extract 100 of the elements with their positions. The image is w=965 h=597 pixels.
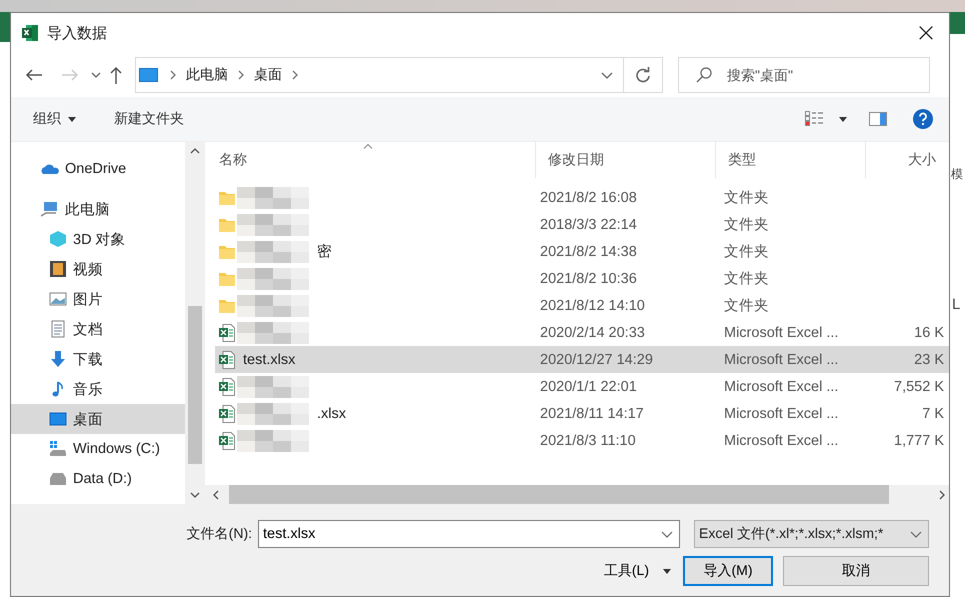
window-title: 导入数据 — [47, 24, 107, 42]
chevron-right-icon[interactable] — [170, 70, 176, 80]
refresh-icon[interactable] — [635, 67, 651, 83]
cancel-button[interactable]: 取消 — [783, 556, 929, 586]
file-row[interactable]: 2020/1/1 22:01 Microsoft Excel ... 7,552 K — [215, 373, 949, 400]
back-arrow-icon[interactable] — [25, 68, 43, 82]
size-cell: 7 K — [922, 406, 944, 422]
date-cell-text: 2021/8/12 14:10 — [539, 298, 646, 314]
file-row[interactable]: .xlsx 2021/8/11 14:17 Microsoft Excel ... 7 K — [215, 400, 949, 427]
breadcrumb[interactable]: 桌面 — [254, 66, 282, 84]
excel-file-icon — [219, 350, 235, 368]
close-button[interactable]: × — [903, 15, 949, 51]
nav-icon — [49, 470, 67, 488]
chevron-down-icon[interactable] — [601, 72, 613, 78]
date-cell-text: 2021/8/2 16:08 — [539, 190, 638, 206]
date-cell-text: 2021/8/3 11:10 — [539, 432, 637, 448]
search-icon — [696, 67, 712, 83]
nav-icon — [49, 350, 67, 368]
nav-item[interactable]: Data (D:) — [11, 464, 185, 494]
organize-button[interactable]: 组织 — [23, 106, 86, 132]
scroll-left-icon[interactable] — [213, 490, 219, 500]
up-arrow-icon[interactable] — [109, 66, 123, 84]
date-cell-text: 2018/3/3 22:14 — [539, 216, 638, 232]
chevron-right-icon[interactable] — [292, 70, 298, 80]
excel-logo-icon — [21, 24, 39, 42]
nav-icon — [49, 290, 67, 308]
size-cell: 16 K — [914, 324, 944, 340]
file-row[interactable]: 密 2021/8/2 14:38 文件夹 — [215, 238, 949, 265]
date-cell-text: 2020/2/14 20:33 — [539, 324, 646, 340]
excel-file-icon — [219, 378, 235, 396]
type-cell-text: 文件夹 — [723, 189, 770, 207]
file-row[interactable]: 2018/3/3 22:14 文件夹 — [215, 211, 949, 238]
address-bar[interactable]: 此电脑 桌面 — [135, 57, 663, 93]
caret-icon[interactable] — [839, 116, 847, 122]
background-text: L — [952, 296, 960, 313]
nav-item[interactable]: 视频 — [11, 254, 185, 284]
sort-caret-icon — [363, 144, 373, 149]
caret-icon[interactable] — [663, 568, 671, 574]
nav-icon — [49, 440, 67, 458]
column-header[interactable]: 名称 — [207, 142, 536, 178]
scroll-right-icon[interactable] — [939, 490, 945, 500]
type-cell-text: Microsoft Excel ... — [723, 432, 840, 448]
help-icon[interactable] — [913, 109, 933, 129]
nav-item[interactable]: 音乐 — [11, 374, 185, 404]
size-cell: 1,777 K — [894, 432, 944, 448]
excel-file-icon — [219, 324, 235, 342]
file-row[interactable]: 2021/8/2 10:36 文件夹 — [215, 265, 949, 292]
background-text: 模 — [951, 166, 963, 183]
type-cell-text: 文件夹 — [723, 297, 770, 315]
nav-icon — [49, 320, 67, 338]
nav-item[interactable]: 3D 对象 — [11, 224, 185, 254]
nav-icon — [41, 201, 59, 217]
filename-field[interactable]: test.xlsx — [258, 520, 680, 548]
scroll-up-icon[interactable] — [190, 148, 200, 154]
column-header[interactable]: 类型 — [716, 142, 866, 178]
nav-item[interactable]: 此电脑 — [11, 194, 185, 224]
import-button[interactable]: 导入(M) — [683, 556, 773, 586]
scrollbar-thumb[interactable] — [188, 306, 202, 464]
folder-icon — [219, 190, 235, 204]
nav-item[interactable]: OneDrive — [11, 154, 185, 184]
type-cell-text: 文件夹 — [723, 216, 770, 234]
view-list-icon[interactable] — [805, 111, 825, 127]
search-field[interactable]: 搜索"桌面" — [678, 57, 930, 93]
column-header[interactable]: 修改日期 — [536, 142, 716, 178]
file-name: .xlsx — [317, 406, 346, 422]
new-folder-button[interactable]: 新建文件夹 — [104, 106, 194, 132]
file-row[interactable]: 2020/2/14 20:33 Microsoft Excel ... 16 K — [215, 319, 949, 346]
file-row[interactable]: 2021/8/2 16:08 文件夹 — [215, 184, 949, 211]
nav-item[interactable]: 图片 — [11, 284, 185, 314]
chevron-down-icon[interactable] — [91, 72, 101, 78]
scroll-down-icon[interactable] — [190, 492, 200, 498]
tools-button[interactable]: 工具(L) — [602, 556, 651, 586]
preview-pane-icon[interactable] — [869, 112, 887, 126]
chevron-down-icon[interactable] — [661, 531, 673, 538]
date-cell-text: 2021/8/2 10:36 — [539, 270, 638, 286]
breadcrumb[interactable]: 此电脑 — [186, 66, 228, 84]
folder-icon — [219, 298, 235, 312]
type-cell-text: 文件夹 — [723, 243, 770, 261]
file-row[interactable]: 2021/8/12 14:10 文件夹 — [215, 292, 949, 319]
nav-item[interactable]: Windows (C:) — [11, 434, 185, 464]
type-cell-text: Microsoft Excel ... — [723, 378, 840, 394]
file-type-dropdown[interactable]: Excel 文件(*.xl*;*.xlsx;*.xlsm;* — [694, 520, 929, 548]
column-header[interactable]: 大小 — [866, 142, 936, 178]
type-cell-text: Microsoft Excel ... — [723, 352, 840, 368]
date-cell-text: 2021/8/11 14:17 — [539, 406, 645, 422]
file-name: test.xlsx — [243, 352, 296, 368]
size-cell: 7,552 K — [894, 378, 944, 394]
type-cell-text: 文件夹 — [723, 270, 770, 288]
file-row[interactable]: test.xlsx 2020/12/27 14:29 Microsoft Excel ... 23 K — [215, 346, 949, 373]
scrollbar-thumb[interactable] — [229, 485, 889, 504]
chevron-right-icon[interactable] — [238, 70, 244, 80]
file-row[interactable]: 2021/8/3 11:10 Microsoft Excel ... 1,777 K — [215, 427, 949, 454]
nav-item[interactable]: 文档 — [11, 314, 185, 344]
nav-icon — [49, 230, 67, 248]
size-cell: 23 K — [914, 352, 944, 368]
nav-item[interactable]: 桌面 — [11, 404, 185, 434]
chevron-down-icon[interactable] — [910, 530, 922, 538]
nav-item[interactable]: 下载 — [11, 344, 185, 374]
excel-file-icon — [219, 404, 235, 422]
caret-icon — [68, 116, 76, 122]
